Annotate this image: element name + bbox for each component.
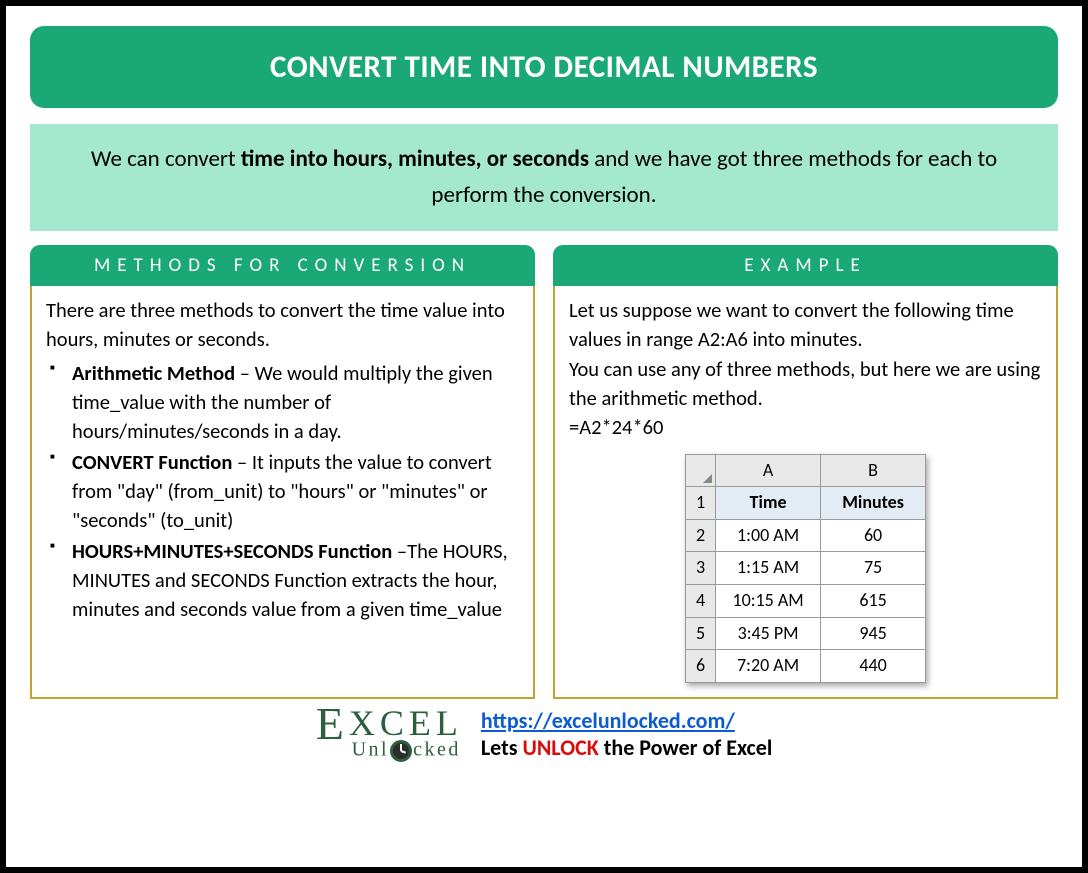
methods-body: There are three methods to convert the t… [30, 286, 535, 698]
col-header-a: A [716, 454, 821, 487]
row-header: 3 [685, 552, 715, 585]
website-link[interactable]: https://excelunlocked.com/ [481, 707, 735, 734]
methods-lead: There are three methods to convert the t… [46, 296, 519, 354]
list-item: HOURS+MINUTES+SECONDS Function –The HOUR… [72, 537, 519, 624]
row-header: 6 [685, 650, 715, 683]
logo: EXCEL Unlcked [316, 705, 463, 763]
methods-header: METHODS FOR CONVERSION [30, 245, 535, 286]
list-item: Arithmetic Method – We would multiply th… [72, 359, 519, 446]
columns: METHODS FOR CONVERSION There are three m… [30, 245, 1058, 698]
example-column: EXAMPLE Let us suppose we want to conver… [553, 245, 1058, 698]
intro-pre: We can convert [91, 145, 241, 173]
intro-bold: time into hours, minutes, or seconds [241, 145, 589, 173]
example-formula: =A2*24*60 [569, 413, 1042, 442]
tagline-post: the Power of Excel [599, 734, 772, 761]
excel-table-wrap: A B 1 Time Minutes 21:00 AM60 31:15 AM75… [569, 454, 1042, 683]
methods-column: METHODS FOR CONVERSION There are three m… [30, 245, 535, 698]
method-title: Arithmetic Method [72, 360, 235, 386]
cell: 1:00 AM [716, 519, 821, 552]
logo-line2: Unlcked [352, 740, 463, 762]
row-header: 4 [685, 585, 715, 618]
logo-big-e: E [316, 705, 349, 743]
method-sep: – [392, 538, 407, 564]
excel-table: A B 1 Time Minutes 21:00 AM60 31:15 AM75… [685, 454, 926, 683]
table-corner [685, 454, 715, 487]
footer-text: https://excelunlocked.com/ Lets UNLOCK t… [481, 707, 772, 761]
cell: 60 [821, 519, 926, 552]
logo-line1: EXCEL [316, 705, 463, 743]
cell: 3:45 PM [716, 617, 821, 650]
example-p1: Let us suppose we want to convert the fo… [569, 296, 1042, 354]
cell: 75 [821, 552, 926, 585]
cell: 7:20 AM [716, 650, 821, 683]
document-frame: CONVERT TIME INTO DECIMAL NUMBERS We can… [0, 0, 1088, 873]
footer: EXCEL Unlcked https://excelunlocked.com/… [30, 705, 1058, 763]
method-title: HOURS+MINUTES+SECONDS Function [72, 538, 392, 564]
cell: 615 [821, 585, 926, 618]
row-header: 5 [685, 617, 715, 650]
example-header: EXAMPLE [553, 245, 1058, 286]
example-p2: You can use any of three methods, but he… [569, 355, 1042, 413]
tagline-unlock: UNLOCK [522, 734, 598, 761]
row-header: 2 [685, 519, 715, 552]
table-header-time: Time [716, 487, 821, 520]
list-item: CONVERT Function – It inputs the value t… [72, 448, 519, 535]
method-title: CONVERT Function [72, 449, 232, 475]
intro-box: We can convert time into hours, minutes,… [30, 124, 1058, 231]
clock-icon [390, 740, 412, 762]
col-header-b: B [821, 454, 926, 487]
example-body: Let us suppose we want to convert the fo… [553, 286, 1058, 698]
table-header-minutes: Minutes [821, 487, 926, 520]
cell: 945 [821, 617, 926, 650]
cell: 440 [821, 650, 926, 683]
page-title: CONVERT TIME INTO DECIMAL NUMBERS [30, 26, 1058, 108]
row-header: 1 [685, 487, 715, 520]
tagline-pre: Lets [481, 734, 523, 761]
method-sep: – [232, 449, 251, 475]
cell: 1:15 AM [716, 552, 821, 585]
cell: 10:15 AM [716, 585, 821, 618]
method-sep: – [235, 360, 254, 386]
logo-xcel: XCEL [349, 709, 463, 739]
methods-list: Arithmetic Method – We would multiply th… [46, 359, 519, 625]
